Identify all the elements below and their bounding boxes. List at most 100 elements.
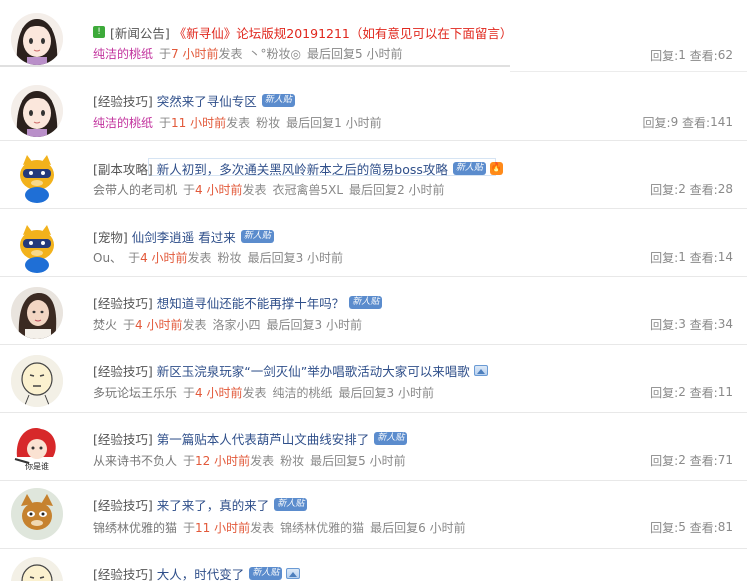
last-reply-time: 6 小时前 [418, 520, 466, 535]
post-time: 4 小时前 [140, 250, 188, 265]
view-count: 14 [717, 250, 733, 264]
user-avatar[interactable] [11, 557, 63, 581]
thread-title-line: [副本攻略] 新人初到，多次通关黑风岭新本之后的简易boss攻略 新人贴 🔥 [93, 158, 503, 178]
thread-category[interactable]: [经验技巧] [93, 564, 153, 581]
view-label: 查看: [689, 385, 718, 400]
thread-title-line: [经验技巧] 第一篇贴本人代表葫芦山文曲线安排了 新人贴 [93, 428, 408, 448]
thread-category[interactable]: [经验技巧] [93, 495, 153, 514]
thread-meta: Ou、 于 4 小时前 发表 粉妆 最后回复 3 小时前 [93, 248, 343, 266]
posted-label: 发表 [250, 453, 275, 468]
thread-author[interactable]: 纯洁的桃纸 [93, 114, 153, 131]
thread-title-line: [经验技巧] 突然来了寻仙专区 新人贴 [93, 90, 295, 110]
thread-author[interactable]: 从来诗书不负人 [93, 452, 177, 469]
image-attachment-icon [286, 567, 301, 579]
reply-count: 9 [670, 115, 679, 129]
thread-title[interactable]: 突然来了寻仙专区 [157, 91, 257, 110]
thread-category[interactable]: [经验技巧] [93, 361, 153, 380]
thread-row[interactable]: [经验技巧] 新区玉浣泉玩家“一剑灭仙”举办唱歌活动大家可以来唱歌 多玩论坛王乐… [0, 346, 747, 413]
last-reply-time: 1 小时前 [334, 115, 382, 130]
thread-row[interactable]: [宠物] 仙剑李逍遥 看过来 新人贴 Ou、 于 4 小时前 发表 粉妆 最后回… [0, 210, 747, 277]
post-time: 7 小时前 [171, 46, 219, 61]
reply-label: 回复: [650, 385, 679, 400]
last-reply-label: 最后回复 [286, 115, 335, 130]
reply-label: 回复: [650, 182, 679, 197]
thread-title[interactable]: 大人，时代变了 [157, 564, 245, 581]
thread-category[interactable]: [宠物] [93, 227, 128, 246]
prefix-label: 于 [123, 317, 136, 332]
reply-label: 回复: [650, 520, 679, 535]
thread-meta: 锦绣林优雅的猫 于 11 小时前 发表 锦绣林优雅的猫 最后回复 6 小时前 [93, 518, 466, 536]
thread-row[interactable]: ! [新闻公告] 《新寻仙》论坛版规20191211（如有意见可以在下面留言） … [0, 0, 513, 67]
thread-category[interactable]: [新闻公告] [110, 23, 170, 42]
thread-category[interactable]: [经验技巧] [93, 91, 153, 110]
thread-title-line: [经验技巧] 来了来了，真的来了 新人贴 [93, 494, 308, 514]
thread-meta: 焚火 于 4 小时前 发表 洛家小四 最后回复 3 小时前 [93, 315, 362, 333]
posted-label: 发表 [250, 520, 275, 535]
user-avatar[interactable] [11, 151, 63, 203]
thread-category[interactable]: [经验技巧] [93, 293, 153, 312]
thread-row[interactable]: [经验技巧] 突然来了寻仙专区 新人贴 纯洁的桃纸 于 11 小时前 发表 粉妆… [0, 74, 747, 141]
user-avatar[interactable] [11, 287, 63, 339]
user-avatar[interactable] [11, 85, 63, 137]
thread-row[interactable]: [经验技巧] 想知道寻仙还能不能再撑十年吗？ 新人贴 焚火 于 4 小时前 发表… [0, 278, 747, 345]
new-user-badge: 新人贴 [274, 497, 308, 511]
view-count: 141 [710, 115, 733, 129]
posted-label: 发表 [242, 182, 267, 197]
thread-author[interactable]: 纯洁的桃纸 [93, 45, 153, 62]
thread-row[interactable]: 你是谁 [经验技巧] 第一篇贴本人代表葫芦山文曲线安排了 新人贴 从来诗书不负人… [0, 414, 747, 481]
last-replier[interactable]: 衣冠禽兽5XL [273, 181, 344, 198]
thread-title[interactable]: 来了来了，真的来了 [157, 495, 270, 514]
thread-title[interactable]: 新人初到，多次通关黑风岭新本之后的简易boss攻略 [157, 159, 448, 178]
thread-author[interactable]: Ou、 [93, 249, 122, 266]
thread-title-line: [经验技巧] 新区玉浣泉玩家“一剑灭仙”举办唱歌活动大家可以来唱歌 [93, 360, 488, 380]
reply-label: 回复: [642, 115, 671, 130]
prefix-label: 于 [183, 453, 196, 468]
thread-meta: 纯洁的桃纸 于 11 小时前 发表 粉妆 最后回复 1 小时前 [93, 113, 382, 131]
last-reply-label: 最后回复 [338, 385, 387, 400]
new-user-badge: 新人贴 [249, 566, 283, 580]
thread-row[interactable]: [经验技巧] 来了来了，真的来了 新人贴 锦绣林优雅的猫 于 11 小时前 发表… [0, 482, 747, 549]
thread-meta: 会带人的老司机 于 4 小时前 发表 衣冠禽兽5XL 最后回复 2 小时前 [93, 180, 445, 198]
thread-title[interactable]: 第一篇贴本人代表葫芦山文曲线安排了 [157, 429, 370, 448]
view-count: 71 [717, 453, 733, 467]
last-replier[interactable]: 粉妆 [280, 452, 304, 469]
user-avatar[interactable] [11, 221, 63, 273]
thread-category[interactable]: [副本攻略] [93, 159, 153, 178]
user-avatar[interactable] [11, 13, 63, 65]
last-reply-label: 最后回复 [266, 317, 315, 332]
thread-title[interactable]: 仙剑李逍遥 看过来 [132, 227, 236, 246]
prefix-label: 于 [183, 385, 196, 400]
thread-title[interactable]: 想知道寻仙还能不能再撑十年吗？ [157, 293, 345, 312]
thread-stats: 回复: 2 查看: 11 [650, 383, 733, 401]
thread-stats: 回复: 2 查看: 28 [650, 180, 733, 198]
user-avatar[interactable] [11, 355, 63, 407]
user-avatar[interactable] [11, 488, 63, 540]
prefix-label: 于 [159, 46, 172, 61]
new-user-badge: 新人贴 [349, 295, 383, 309]
prefix-label: 于 [128, 250, 141, 265]
reply-label: 回复: [650, 48, 679, 63]
post-time: 4 小时前 [195, 182, 243, 197]
last-replier[interactable]: 锦绣林优雅的猫 [280, 519, 364, 536]
thread-author[interactable]: 锦绣林优雅的猫 [93, 519, 177, 536]
thread-row[interactable]: [副本攻略] 新人初到，多次通关黑风岭新本之后的简易boss攻略 新人贴 🔥 会… [0, 142, 747, 209]
last-replier[interactable]: 洛家小四 [213, 316, 261, 333]
thread-title[interactable]: 《新寻仙》论坛版规20191211（如有意见可以在下面留言） [174, 23, 513, 42]
thread-category[interactable]: [经验技巧] [93, 429, 153, 448]
user-avatar[interactable]: 你是谁 [11, 423, 63, 475]
reply-count: 1 [678, 48, 686, 62]
posted-label: 发表 [226, 115, 251, 130]
thread-author[interactable]: 会带人的老司机 [93, 181, 177, 198]
last-replier[interactable]: 丶°粉妆◎ [249, 45, 301, 62]
thread-author[interactable]: 多玩论坛王乐乐 [93, 384, 177, 401]
last-replier[interactable]: 纯洁的桃纸 [273, 384, 333, 401]
thread-title[interactable]: 新区玉浣泉玩家“一剑灭仙”举办唱歌活动大家可以来唱歌 [157, 361, 470, 380]
thread-author[interactable]: 焚火 [93, 316, 117, 333]
last-replier[interactable]: 粉妆 [218, 249, 242, 266]
thread-row[interactable]: [经验技巧] 大人，时代变了 新人贴 [0, 550, 747, 581]
thread-stats: 回复: 1 查看: 14 [650, 248, 733, 266]
thread-title-line: [宠物] 仙剑李逍遥 看过来 新人贴 [93, 226, 274, 246]
new-user-badge: 新人贴 [240, 229, 274, 243]
last-replier[interactable]: 粉妆 [256, 114, 280, 131]
last-reply-label: 最后回复 [370, 520, 419, 535]
